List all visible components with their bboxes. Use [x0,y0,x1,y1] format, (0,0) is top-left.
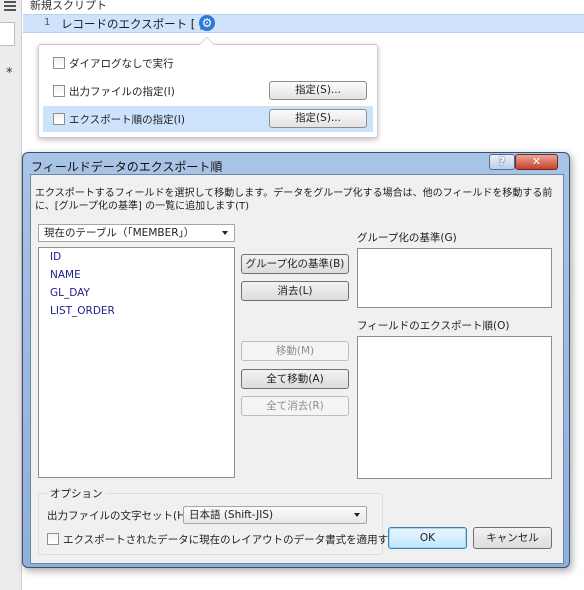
option-export-order[interactable]: エクスポート順の指定(I) 指定(S)... [43,106,373,132]
source-table-value: 現在のテーブル（「MEMBER」） [44,227,195,239]
export-order-dialog: フィールドデータのエクスポート順 ? ✕ エクスポートするフィールドを選択して移… [22,152,570,568]
apply-format-label: エクスポートされたデータに現在のレイアウトのデータ書式を適用する(P) [63,534,414,546]
export-order-label: エクスポート順の指定(I) [69,114,185,126]
output-file-checkbox[interactable] [53,85,65,97]
script-tab-title[interactable]: 新規スクリプト [30,0,107,13]
step-search-input[interactable] [0,22,15,46]
list-item[interactable]: NAME [50,269,81,281]
editor-gutter: * [0,0,22,590]
help-button[interactable]: ? [489,154,515,170]
output-file-label: 出力ファイルの指定(I) [69,86,175,98]
help-icon: ? [498,155,506,168]
export-order-checkbox[interactable] [53,113,65,125]
list-item[interactable]: GL_DAY [50,287,90,299]
option-output-file[interactable]: 出力ファイルの指定(I) 指定(S)... [43,78,373,104]
list-item[interactable]: ID [50,251,61,263]
export-order-list[interactable] [357,336,552,479]
source-table-select[interactable]: 現在のテーブル（「MEMBER」） [38,224,235,242]
menu-icon[interactable] [4,1,16,11]
step-text: レコードのエクスポート [ ] [61,17,204,31]
charset-value: 日本語 (Shift-JIS) [189,509,274,521]
close-icon: ✕ [531,155,542,168]
move-all-button[interactable]: 全て移動(A) [241,369,349,389]
apply-format-checkbox[interactable] [47,533,59,545]
charset-label: 出力ファイルの文字セット(H): [47,510,193,522]
charset-select[interactable]: 日本語 (Shift-JIS) [183,506,367,524]
move-button[interactable]: 移動(M) [241,341,349,361]
options-group-title: オプション [47,486,106,501]
export-order-specify-button[interactable]: 指定(S)... [269,109,367,128]
source-field-list[interactable]: ID NAME GL_DAY LIST_ORDER [38,247,235,478]
export-order-label: フィールドのエクスポート順(O) [357,320,510,332]
options-group: オプション 出力ファイルの文字セット(H): 日本語 (Shift-JIS) エ… [38,486,413,555]
popover-arrow [199,37,215,45]
modified-marker: * [6,66,13,81]
script-step-row[interactable]: 1 レコードのエクスポート [ ] ⚙ [23,14,584,33]
chevron-down-icon [354,513,360,517]
no-dialog-checkbox[interactable] [53,57,65,69]
clear-button[interactable]: 消去(L) [241,281,349,301]
dialog-title: フィールドデータのエクスポート順 [31,160,223,174]
step-options-popover: ダイアログなしで実行 出力ファイルの指定(I) 指定(S)... エクスポート順… [38,37,378,138]
group-by-button[interactable]: グループ化の基準(B) [241,254,349,274]
chevron-down-icon [222,231,228,235]
cancel-button[interactable]: キャンセル [473,527,552,549]
group-by-label: グループ化の基準(G) [357,232,457,244]
ok-button[interactable]: OK [388,527,467,549]
option-no-dialog[interactable]: ダイアログなしで実行 [43,50,373,76]
group-by-list[interactable] [357,248,552,308]
close-button[interactable]: ✕ [515,154,558,170]
clear-all-button[interactable]: 全て消去(R) [241,396,349,416]
no-dialog-label: ダイアログなしで実行 [69,58,174,70]
dialog-client-area: エクスポートするフィールドを選択して移動します。データをグループ化する場合は、他… [30,174,564,564]
instructions-text: エクスポートするフィールドを選択して移動します。データをグループ化する場合は、他… [35,188,553,212]
step-number: 1 [44,17,51,28]
gear-icon[interactable]: ⚙ [199,15,215,31]
list-item[interactable]: LIST_ORDER [50,305,115,317]
output-file-specify-button[interactable]: 指定(S)... [269,81,367,100]
